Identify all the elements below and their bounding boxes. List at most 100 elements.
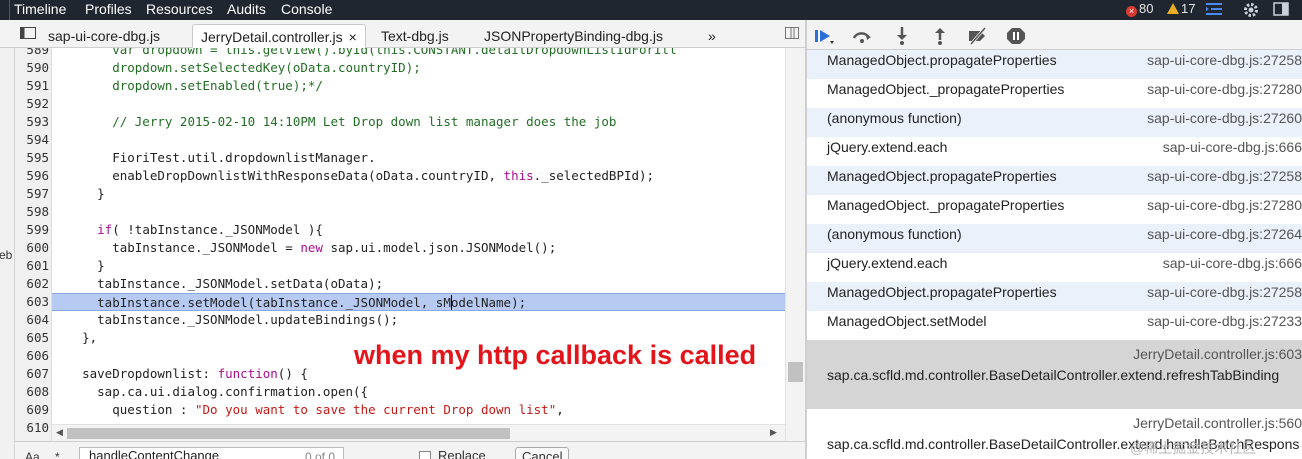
editor-horizontal-scrollbar[interactable]: ◀ ▶ xyxy=(52,424,785,441)
line-number[interactable]: 590 xyxy=(15,60,49,76)
error-count-badge[interactable]: × 80 xyxy=(1126,1,1153,17)
scrollbar-thumb[interactable] xyxy=(788,362,803,382)
code-token: dropdown.setEnabled(true);*/ xyxy=(52,78,323,93)
line-number[interactable]: 592 xyxy=(15,96,49,112)
panel-tab-timeline[interactable]: Timeline xyxy=(14,0,66,18)
call-frame[interactable]: ManagedObject.setModel sap-ui-core-dbg.js… xyxy=(807,311,1302,340)
toggle-debugger-sidebar-icon[interactable] xyxy=(785,24,799,46)
line-number[interactable]: 601 xyxy=(15,258,49,274)
call-frame-location[interactable]: sap-ui-core-dbg.js:666 xyxy=(1163,139,1302,155)
pause-on-exceptions-icon[interactable] xyxy=(1005,26,1027,46)
line-number[interactable]: 609 xyxy=(15,402,49,418)
dock-side-icon[interactable] xyxy=(1272,2,1290,18)
call-frame[interactable]: ManagedObject.propagateProperties sap-ui-… xyxy=(807,282,1302,311)
clipped-text-fragment: eb xyxy=(0,248,13,262)
call-frame-function: ManagedObject.propagateProperties xyxy=(827,284,1057,300)
step-over-icon[interactable] xyxy=(851,26,873,46)
panel-tab-resources[interactable]: Resources xyxy=(146,0,213,18)
cancel-button[interactable]: Cancel xyxy=(515,447,570,459)
code-token: var dropdown = this.getView().byId(this.… xyxy=(52,48,677,57)
code-line: if( !tabInstance._JSONModel ){ xyxy=(52,221,785,239)
call-frame-location[interactable]: sap-ui-core-dbg.js:27260 xyxy=(1147,110,1302,126)
call-frame[interactable]: ManagedObject._propagateProperties sap-ui… xyxy=(807,79,1302,108)
line-number[interactable]: 596 xyxy=(15,168,49,184)
warning-count: 17 xyxy=(1181,1,1196,16)
call-frame-location[interactable]: sap-ui-core-dbg.js:27280 xyxy=(1147,81,1302,97)
regex-toggle[interactable]: * xyxy=(55,450,60,459)
scroll-right-icon[interactable]: ▶ xyxy=(770,427,777,438)
panel-tab-console[interactable]: Console xyxy=(281,0,332,18)
call-frame[interactable]: ManagedObject._propagateProperties sap-ui… xyxy=(807,195,1302,224)
line-number[interactable]: 604 xyxy=(15,312,49,328)
call-frame[interactable]: jQuery.extend.each sap-ui-core-dbg.js:666 xyxy=(807,137,1302,166)
call-frame-location[interactable]: sap-ui-core-dbg.js:27258 xyxy=(1147,52,1302,68)
code-token: ._selectedBPId); xyxy=(533,168,655,183)
call-frame-function: (anonymous function) xyxy=(827,226,962,242)
line-number[interactable]: 599 xyxy=(15,222,49,238)
call-frame-location[interactable]: sap-ui-core-dbg.js:27233 xyxy=(1147,313,1302,329)
line-number[interactable]: 600 xyxy=(15,240,49,256)
warning-count-badge[interactable]: 17 xyxy=(1167,1,1195,17)
line-number[interactable]: 595 xyxy=(15,150,49,166)
call-frame[interactable]: ManagedObject.propagateProperties sap-ui-… xyxy=(807,166,1302,195)
call-frame-location[interactable]: JerryDetail.controller.js:560 xyxy=(1133,415,1302,431)
call-frame[interactable]: jQuery.extend.each sap-ui-core-dbg.js:666 xyxy=(807,253,1302,282)
panel-tab-audits[interactable]: Audits xyxy=(227,0,266,18)
line-number[interactable]: 608 xyxy=(15,384,49,400)
line-number[interactable]: 606 xyxy=(15,348,49,364)
line-number[interactable]: 594 xyxy=(15,132,49,148)
code-token: dropdown.setSelectedKey(oData.countryID)… xyxy=(52,60,421,75)
close-tab-icon[interactable]: × xyxy=(349,29,357,45)
source-file-tabs: sap-ui-core-dbg.js JerryDetail.controlle… xyxy=(0,20,805,48)
code-line: tabInstance._JSONModel.setData(oData); xyxy=(52,275,785,293)
code-token: this xyxy=(503,168,534,183)
settings-gear-icon[interactable] xyxy=(1242,2,1260,18)
toggle-navigator-icon[interactable] xyxy=(20,24,36,46)
line-number[interactable]: 607 xyxy=(15,366,49,382)
call-frame[interactable]: (anonymous function) sap-ui-core-dbg.js:2… xyxy=(807,108,1302,137)
code-token: tabInstance._JSONModel.setData(oData); xyxy=(52,276,384,291)
tab-text-dbg[interactable]: Text-dbg.js xyxy=(373,24,457,48)
scrollbar-thumb[interactable] xyxy=(67,428,510,439)
tab-jerrydetail-controller[interactable]: JerryDetail.controller.js × xyxy=(192,24,366,48)
call-frame-location[interactable]: sap-ui-core-dbg.js:27264 xyxy=(1147,226,1302,242)
line-number[interactable]: 591 xyxy=(15,78,49,94)
call-frame-location[interactable]: sap-ui-core-dbg.js:27280 xyxy=(1147,197,1302,213)
tab-sap-ui-core-dbg[interactable]: sap-ui-core-dbg.js xyxy=(40,24,168,48)
line-number[interactable]: 605 xyxy=(15,330,49,346)
tab-jsonpropertybinding-dbg[interactable]: JSONPropertyBinding-dbg.js xyxy=(476,24,671,48)
line-number[interactable]: 610 xyxy=(15,420,49,436)
line-number[interactable]: 602 xyxy=(15,276,49,292)
call-frame-location[interactable]: sap-ui-core-dbg.js:27258 xyxy=(1147,284,1302,300)
step-into-icon[interactable] xyxy=(891,26,913,46)
step-out-icon[interactable] xyxy=(929,26,951,46)
line-number[interactable]: 597 xyxy=(15,186,49,202)
panel-tab-profiles[interactable]: Profiles xyxy=(85,0,132,18)
code-line: FioriTest.util.dropdownlistManager. xyxy=(52,149,785,167)
match-case-toggle[interactable]: Aa xyxy=(25,450,40,459)
code-line: dropdown.setEnabled(true);*/ xyxy=(52,77,785,95)
line-number[interactable]: 589 xyxy=(15,48,49,58)
code-line: tabInstance._JSONModel = new sap.ui.mode… xyxy=(52,239,785,257)
deactivate-breakpoints-icon[interactable] xyxy=(967,26,989,46)
line-number[interactable]: 598 xyxy=(15,204,49,220)
call-frame[interactable]: (anonymous function) sap-ui-core-dbg.js:2… xyxy=(807,224,1302,253)
debugger-controls xyxy=(807,20,1302,50)
replace-checkbox[interactable] xyxy=(419,451,431,459)
call-frame-location[interactable]: JerryDetail.controller.js:603 xyxy=(1133,346,1302,362)
line-number[interactable]: 603 xyxy=(15,294,49,310)
call-frame[interactable]: sap.ca.scfld.md.controller.BaseDetailCon… xyxy=(807,340,1302,409)
code-token: FioriTest.util.dropdownlistManager. xyxy=(52,150,376,165)
tab-overflow-icon[interactable]: » xyxy=(700,24,724,48)
scroll-left-icon[interactable]: ◀ xyxy=(56,427,63,438)
call-frame[interactable]: ManagedObject.propagateProperties sap-ui-… xyxy=(807,50,1302,79)
code-line: sap.ca.ui.dialog.confirmation.open({ xyxy=(52,383,785,401)
call-frame-location[interactable]: sap-ui-core-dbg.js:27258 xyxy=(1147,168,1302,184)
resume-icon[interactable] xyxy=(813,26,835,46)
line-number[interactable]: 593 xyxy=(15,114,49,130)
drawer-icon[interactable] xyxy=(1205,2,1223,18)
call-frame-function: ManagedObject.propagateProperties xyxy=(827,168,1057,184)
code-token: tabInstance._JSONModel.updateBindings(); xyxy=(52,312,399,327)
call-frame-location[interactable]: sap-ui-core-dbg.js:666 xyxy=(1163,255,1302,271)
editor-vertical-scrollbar[interactable] xyxy=(785,48,805,441)
